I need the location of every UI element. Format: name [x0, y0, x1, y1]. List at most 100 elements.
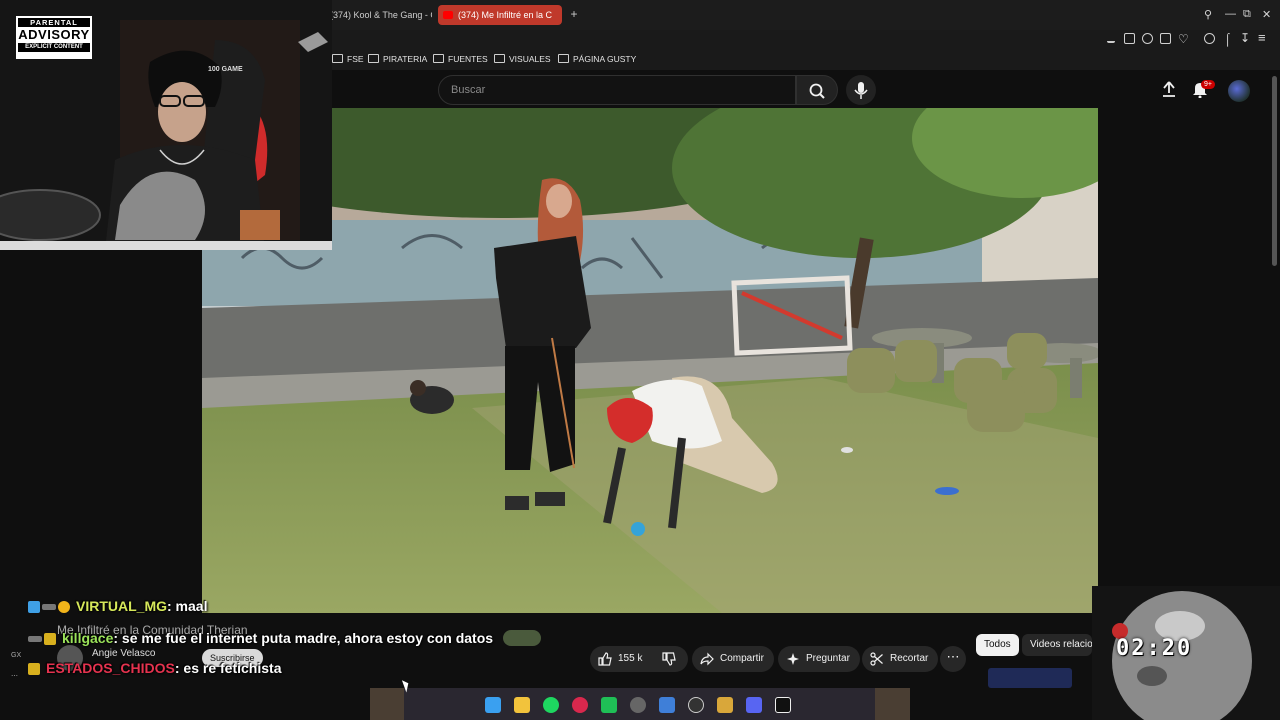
spotify-icon[interactable] — [543, 697, 559, 713]
obs-status-strip — [0, 241, 332, 250]
badge-icon — [28, 601, 40, 613]
crown-icon — [28, 663, 40, 675]
bookmark-pagina-gusty[interactable]: PÁGINA GUSTY — [558, 54, 636, 64]
browser-tab[interactable]: (374) Kool & The Gang - C — [326, 5, 432, 25]
thumbs-down-icon — [662, 652, 676, 666]
chat-badges — [28, 662, 42, 678]
browser-tab-active[interactable]: (374) Me Infiltré en la C — [438, 5, 562, 25]
bookmark-label: PÁGINA GUSTY — [573, 54, 637, 64]
easy-files-icon[interactable]: ⌠ — [1224, 32, 1231, 46]
tab-title: (374) Me Infiltré en la C — [458, 10, 553, 20]
chat-message: VIRTUAL_MG: maal — [28, 598, 207, 616]
close-icon[interactable]: ✕ — [1262, 8, 1271, 21]
scissors-icon — [870, 652, 883, 666]
notification-badge: 9+ — [1201, 80, 1215, 89]
restore-icon[interactable]: ⧉ — [1243, 8, 1251, 21]
app-green-icon[interactable] — [601, 697, 617, 713]
chip-label: Videos relacion — [1030, 639, 1092, 650]
bookmark-label: VISUALES — [509, 54, 551, 64]
chat-message: ESTADOS_CHIDOS: es re fetichista — [28, 660, 281, 678]
like-button[interactable]: 155 k — [590, 646, 652, 672]
share-icon — [700, 652, 714, 666]
account-avatar[interactable] — [1228, 80, 1250, 102]
opera-gx-icon[interactable] — [572, 697, 588, 713]
app-blue-icon[interactable] — [659, 697, 675, 713]
taskbar-left-thumbnail — [370, 688, 404, 720]
extensions-icon[interactable] — [1204, 33, 1215, 44]
player-icon[interactable] — [1160, 33, 1171, 44]
sparkle-icon — [787, 653, 799, 665]
bookmark-pirateria[interactable]: PIRATERIA — [368, 54, 427, 64]
taskbar-right-thumbnail — [875, 688, 910, 720]
bookmark-label: FSE — [347, 54, 364, 64]
search-placeholder: Buscar — [451, 84, 486, 96]
more-actions-button[interactable]: ⋯ — [940, 646, 966, 672]
heart-icon[interactable]: ♡ — [1178, 32, 1189, 46]
parental-advisory-logo: PARENTAL ADVISORY EXPLICIT CONTENT — [16, 16, 92, 59]
clip-button[interactable]: Recortar — [862, 646, 939, 672]
gx-label: GX — [11, 652, 22, 659]
chat-badges — [28, 632, 58, 648]
search-icon — [809, 83, 825, 99]
app-g-icon[interactable] — [688, 697, 704, 713]
dislike-button[interactable] — [652, 646, 688, 672]
advisory-line-2: ADVISORY — [18, 27, 90, 42]
bookmark-fuentes[interactable]: FUENTES — [433, 54, 488, 64]
chat-badges — [28, 600, 72, 616]
voice-search-button[interactable] — [846, 75, 876, 105]
chat-text: : se me fue el internet puta madre, ahor… — [113, 630, 494, 646]
video-frame — [202, 108, 1098, 613]
search-icon[interactable]: ⚲ — [1204, 8, 1212, 21]
sidebar-panel — [1098, 108, 1280, 586]
chip-label: Todos — [984, 639, 1011, 650]
download-icon[interactable]: ↧ — [1240, 31, 1250, 45]
chat-username: VIRTUAL_MG — [76, 598, 167, 614]
windows-start-icon[interactable] — [485, 697, 501, 713]
more-icon: ⋯ — [946, 649, 960, 664]
streamer-webcam: PARENTAL ADVISORY EXPLICIT CONTENT 100 G… — [0, 0, 332, 250]
pin-icon[interactable] — [1107, 33, 1115, 43]
minimize-icon[interactable]: — — [1225, 8, 1236, 20]
emote-icon — [502, 630, 541, 646]
new-tab-button[interactable]: + — [568, 8, 580, 20]
gun-icon — [42, 604, 56, 610]
upload-icon[interactable] — [1160, 80, 1178, 98]
search-input[interactable]: Buscar — [438, 75, 796, 105]
gun-icon — [28, 636, 42, 642]
chip-related[interactable]: Videos relacion — [1022, 634, 1092, 656]
advisory-line-3: EXPLICIT CONTENT — [18, 43, 90, 52]
chip-all[interactable]: Todos — [976, 634, 1019, 656]
screenshot-icon[interactable] — [1124, 33, 1135, 44]
share-label: Compartir — [720, 653, 764, 664]
related-video-thumbnail[interactable] — [988, 668, 1072, 688]
chat-text: : es re fetichista — [174, 660, 282, 676]
bookmark-visuales[interactable]: VISUALES — [494, 54, 551, 64]
crown-icon — [44, 633, 56, 645]
file-explorer-icon[interactable] — [514, 697, 530, 713]
app-yellow-icon[interactable] — [717, 697, 733, 713]
vpn-icon[interactable] — [1142, 33, 1153, 44]
obs-icon[interactable] — [630, 697, 646, 713]
menu-icon[interactable]: ≡ — [1258, 30, 1266, 45]
tab-title: (374) Kool & The Gang - C — [330, 10, 432, 20]
chat-username: ESTADOS_CHIDOS — [46, 660, 175, 676]
discord-icon[interactable] — [746, 697, 762, 713]
chat-message: killgace: se me fue el internet puta mad… — [28, 630, 541, 648]
microphone-icon — [854, 82, 868, 99]
video-player[interactable] — [202, 108, 1098, 613]
search-button[interactable] — [796, 75, 838, 105]
clip-label: Recortar — [890, 653, 929, 664]
windows-taskbar — [370, 688, 910, 720]
ask-label: Preguntar — [806, 653, 850, 664]
channel-name[interactable]: Angie Velasco — [92, 648, 155, 659]
ask-button[interactable]: Preguntar — [778, 646, 860, 672]
bookmark-label: PIRATERIA — [383, 54, 428, 64]
chat-text: : maal — [167, 598, 208, 614]
capcut-icon[interactable] — [775, 697, 791, 713]
share-button[interactable]: Compartir — [692, 646, 774, 672]
more-dots-icon: ⋯ — [11, 673, 18, 680]
thumbs-up-icon — [598, 652, 612, 666]
scrollbar[interactable] — [1272, 76, 1277, 266]
bookmark-label: FUENTES — [448, 54, 488, 64]
bookmark-fse[interactable]: FSE — [332, 54, 364, 64]
